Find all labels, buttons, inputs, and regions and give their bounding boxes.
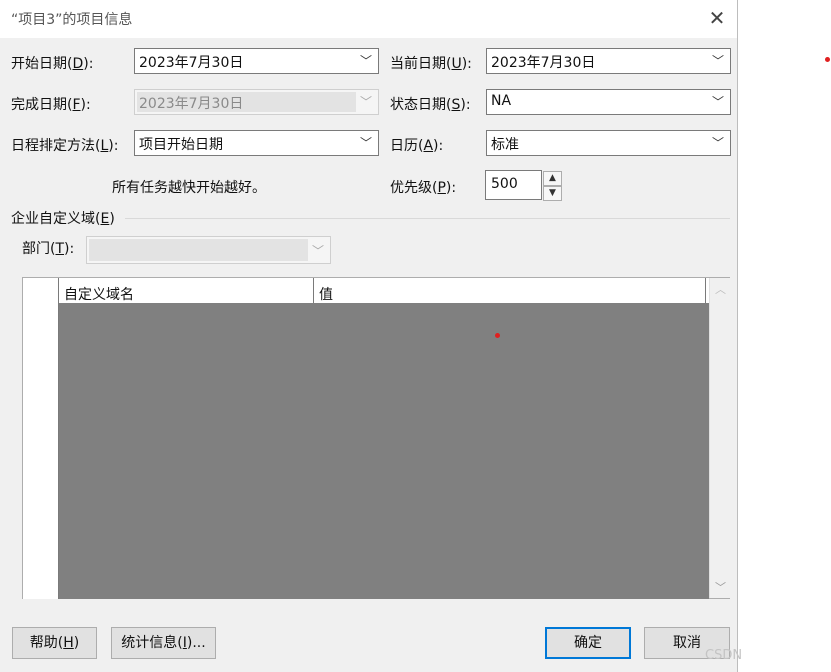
- chevron-down-icon: ﹀: [359, 54, 372, 68]
- project-info-dialog: “项目3”的项目信息 ✕ 开始日期(D): 2023年7月30日 ﹀ 当前日期(…: [0, 0, 738, 672]
- status-date-combo[interactable]: NA ﹀: [486, 89, 731, 115]
- custom-fields-table[interactable]: 自定义域名 值 ︿ ﹀: [22, 277, 731, 599]
- cursor-dot: [495, 333, 500, 338]
- priority-value: 500: [491, 176, 518, 192]
- marker-dot: [825, 57, 830, 62]
- schedule-from-combo[interactable]: 项目开始日期 ﹀: [134, 130, 379, 156]
- priority-label: 优先级(P):: [390, 180, 457, 196]
- schedule-note: 所有任务越快开始越好。: [112, 180, 266, 196]
- scroll-up-icon[interactable]: ︿: [710, 281, 731, 297]
- chevron-down-icon: ﹀: [711, 136, 724, 150]
- current-date-label: 当前日期(U):: [390, 56, 472, 72]
- table-corner: [23, 278, 59, 303]
- section-divider: [125, 218, 730, 219]
- enterprise-section-label: 企业自定义域(E): [11, 211, 115, 227]
- close-icon[interactable]: ✕: [704, 4, 730, 32]
- dialog-title: “项目3”的项目信息: [11, 12, 133, 28]
- column-header-value[interactable]: 值: [314, 278, 706, 303]
- current-date-value: 2023年7月30日: [491, 55, 596, 71]
- current-date-combo[interactable]: 2023年7月30日 ﹀: [486, 48, 731, 74]
- start-date-combo[interactable]: 2023年7月30日 ﹀: [134, 48, 379, 74]
- table-header: 自定义域名 值: [23, 278, 706, 304]
- calendar-label: 日历(A):: [390, 138, 444, 154]
- status-date-value: NA: [491, 93, 512, 109]
- status-date-label: 状态日期(S):: [390, 97, 471, 113]
- spin-up-icon[interactable]: ▲: [543, 171, 562, 186]
- chevron-down-icon: ﹀: [359, 95, 372, 109]
- calendar-value: 标准: [491, 137, 519, 153]
- row-header-column: [23, 303, 59, 599]
- schedule-from-value: 项目开始日期: [139, 137, 223, 153]
- chevron-down-icon: ﹀: [711, 95, 724, 109]
- start-date-value: 2023年7月30日: [139, 55, 244, 71]
- start-date-label: 开始日期(D):: [11, 56, 94, 72]
- department-label: 部门(T):: [22, 241, 75, 257]
- calendar-combo[interactable]: 标准 ﹀: [486, 130, 731, 156]
- statistics-button[interactable]: 统计信息(I)...: [111, 627, 216, 659]
- vertical-scrollbar[interactable]: ︿ ﹀: [709, 278, 731, 598]
- help-button[interactable]: 帮助(H): [12, 627, 97, 659]
- spin-down-icon[interactable]: ▼: [543, 186, 562, 201]
- chevron-down-icon: ﹀: [711, 54, 724, 68]
- watermark: CSDN: [705, 648, 743, 663]
- finish-date-value: 2023年7月30日: [139, 96, 244, 112]
- priority-input[interactable]: 500: [485, 170, 542, 200]
- finish-date-combo: 2023年7月30日 ﹀: [134, 89, 379, 115]
- finish-date-label: 完成日期(F):: [11, 97, 91, 113]
- department-combo: ﹀: [86, 236, 331, 264]
- ok-button[interactable]: 确定: [545, 627, 631, 659]
- title-bar: “项目3”的项目信息 ✕: [0, 0, 737, 38]
- chevron-down-icon: ﹀: [311, 244, 324, 258]
- column-header-field-name[interactable]: 自定义域名: [59, 278, 314, 303]
- table-body[interactable]: [59, 303, 709, 599]
- chevron-down-icon: ﹀: [359, 136, 372, 150]
- schedule-from-label: 日程排定方法(L):: [11, 138, 119, 154]
- scroll-down-icon[interactable]: ﹀: [710, 579, 731, 595]
